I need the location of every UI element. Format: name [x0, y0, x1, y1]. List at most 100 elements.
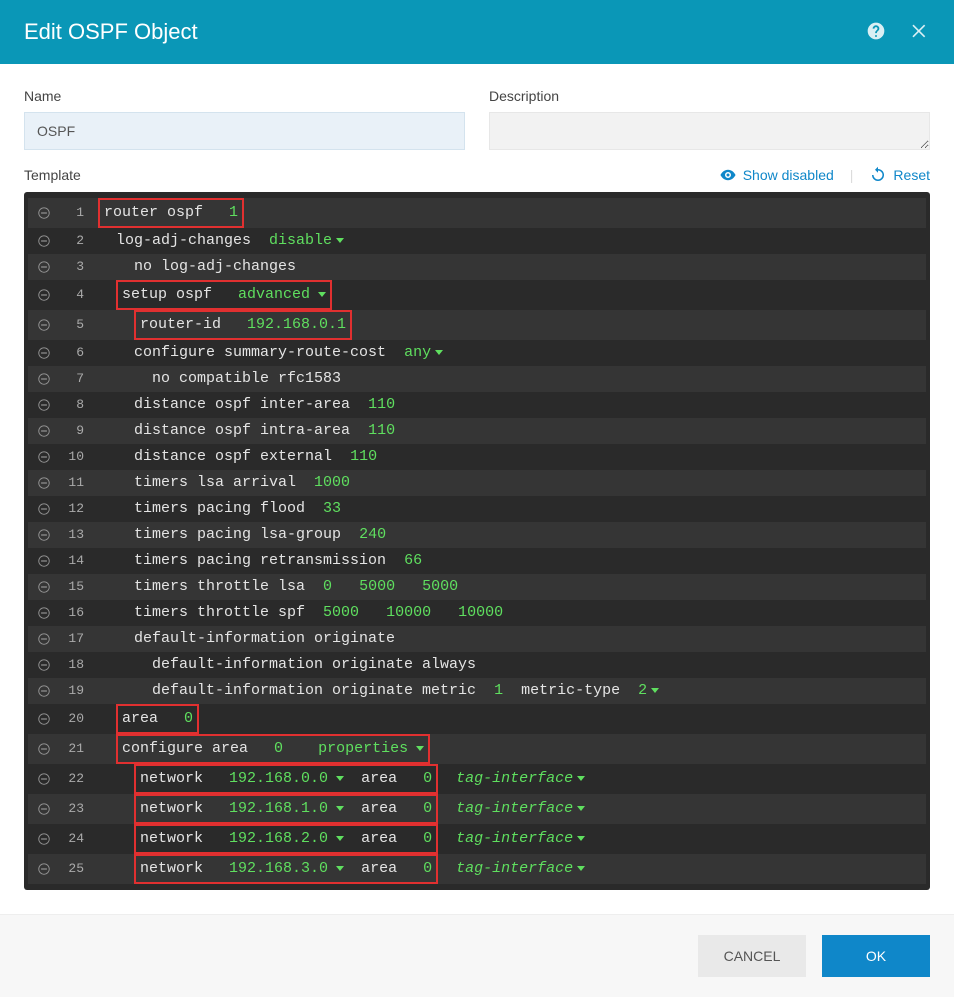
gutter-icon[interactable]: [28, 260, 60, 274]
code-line[interactable]: 15 timers throttle lsa 0 5000 5000: [28, 574, 926, 600]
line-number: 11: [60, 470, 92, 496]
gutter-icon[interactable]: [28, 832, 60, 846]
template-toolbar: Template Show disabled | Reset: [0, 158, 954, 192]
line-number: 22: [60, 766, 92, 792]
code-line[interactable]: 9 distance ospf intra-area 110: [28, 418, 926, 444]
description-label: Description: [489, 88, 930, 104]
line-number: 18: [60, 652, 92, 678]
gutter-icon[interactable]: [28, 554, 60, 568]
line-number: 7: [60, 366, 92, 392]
dialog-footer: CANCEL OK: [0, 914, 954, 997]
gutter-icon[interactable]: [28, 398, 60, 412]
line-number: 15: [60, 574, 92, 600]
gutter-icon[interactable]: [28, 288, 60, 302]
line-number: 5: [60, 312, 92, 338]
gutter-icon[interactable]: [28, 528, 60, 542]
code-line[interactable]: 11 timers lsa arrival 1000: [28, 470, 926, 496]
line-number: 25: [60, 856, 92, 882]
code-line[interactable]: 22 network 192.168.0.0 area 0 tag-interf…: [28, 764, 926, 794]
code-line[interactable]: 1 router ospf 1: [28, 198, 926, 228]
code-line[interactable]: 10 distance ospf external 110: [28, 444, 926, 470]
description-textarea[interactable]: [489, 112, 930, 150]
line-number: 14: [60, 548, 92, 574]
gutter-icon[interactable]: [28, 772, 60, 786]
code-line[interactable]: 3 no log-adj-changes: [28, 254, 926, 280]
code-line[interactable]: 19 default-information originate metric …: [28, 678, 926, 704]
chevron-down-icon[interactable]: [336, 855, 344, 881]
code-line[interactable]: 8 distance ospf inter-area 110: [28, 392, 926, 418]
gutter-icon[interactable]: [28, 802, 60, 816]
show-disabled-button[interactable]: Show disabled: [719, 166, 834, 184]
gutter-icon[interactable]: [28, 606, 60, 620]
gutter-icon[interactable]: [28, 502, 60, 516]
chevron-down-icon[interactable]: [435, 339, 443, 365]
line-number: 21: [60, 736, 92, 762]
line-number: 23: [60, 796, 92, 822]
chevron-down-icon[interactable]: [336, 227, 344, 253]
gutter-icon[interactable]: [28, 742, 60, 756]
gutter-icon[interactable]: [28, 862, 60, 876]
code-line[interactable]: 23 network 192.168.1.0 area 0 tag-interf…: [28, 794, 926, 824]
line-number: 4: [60, 282, 92, 308]
code-line[interactable]: 14 timers pacing retransmission 66: [28, 548, 926, 574]
code-line[interactable]: 20 area 0: [28, 704, 926, 734]
close-icon[interactable]: [910, 21, 930, 44]
code-line[interactable]: 2 log-adj-changes disable: [28, 228, 926, 254]
gutter-icon[interactable]: [28, 632, 60, 646]
code-line[interactable]: 25 network 192.168.3.0 area 0 tag-interf…: [28, 854, 926, 884]
chevron-down-icon[interactable]: [577, 765, 585, 791]
line-number: 20: [60, 706, 92, 732]
gutter-icon[interactable]: [28, 346, 60, 360]
code-line[interactable]: 12 timers pacing flood 33: [28, 496, 926, 522]
gutter-icon[interactable]: [28, 476, 60, 490]
line-number: 3: [60, 254, 92, 280]
chevron-down-icon[interactable]: [336, 795, 344, 821]
reset-button[interactable]: Reset: [869, 166, 930, 184]
chevron-down-icon[interactable]: [577, 825, 585, 851]
code-line[interactable]: 24 network 192.168.2.0 area 0 tag-interf…: [28, 824, 926, 854]
chevron-down-icon[interactable]: [336, 765, 344, 791]
gutter-icon[interactable]: [28, 580, 60, 594]
code-line[interactable]: 18 default-information originate always: [28, 652, 926, 678]
chevron-down-icon[interactable]: [416, 735, 424, 761]
line-number: 8: [60, 392, 92, 418]
help-icon[interactable]: [866, 21, 886, 44]
gutter-icon[interactable]: [28, 234, 60, 248]
code-line[interactable]: 6 configure summary-route-cost any: [28, 340, 926, 366]
gutter-icon[interactable]: [28, 450, 60, 464]
line-number: 6: [60, 340, 92, 366]
code-line[interactable]: 4 setup ospf advanced: [28, 280, 926, 310]
chevron-down-icon[interactable]: [577, 855, 585, 881]
gutter-icon[interactable]: [28, 712, 60, 726]
template-editor: 1 router ospf 1 2 log-adj-changes disabl…: [24, 192, 930, 890]
code-line[interactable]: 16 timers throttle spf 5000 10000 10000: [28, 600, 926, 626]
name-input[interactable]: [24, 112, 465, 150]
gutter-icon[interactable]: [28, 206, 60, 220]
gutter-icon[interactable]: [28, 372, 60, 386]
cancel-button[interactable]: CANCEL: [698, 935, 806, 977]
ok-button[interactable]: OK: [822, 935, 930, 977]
chevron-down-icon[interactable]: [318, 281, 326, 307]
gutter-icon[interactable]: [28, 318, 60, 332]
code-line[interactable]: 5 router-id 192.168.0.1: [28, 310, 926, 340]
chevron-down-icon[interactable]: [651, 677, 659, 703]
dialog-title: Edit OSPF Object: [24, 19, 198, 45]
line-number: 12: [60, 496, 92, 522]
code-line[interactable]: 21 configure area 0 properties: [28, 734, 926, 764]
code-line[interactable]: 17 default-information originate: [28, 626, 926, 652]
dialog-header: Edit OSPF Object: [0, 0, 954, 64]
gutter-icon[interactable]: [28, 424, 60, 438]
separator: |: [850, 167, 854, 183]
chevron-down-icon[interactable]: [336, 825, 344, 851]
chevron-down-icon[interactable]: [577, 795, 585, 821]
code-line[interactable]: 13 timers pacing lsa-group 240: [28, 522, 926, 548]
line-number: 2: [60, 228, 92, 254]
gutter-icon[interactable]: [28, 658, 60, 672]
code-line[interactable]: 7 no compatible rfc1583: [28, 366, 926, 392]
eye-icon: [719, 166, 737, 184]
name-label: Name: [24, 88, 465, 104]
reset-icon: [869, 166, 887, 184]
gutter-icon[interactable]: [28, 684, 60, 698]
line-number: 10: [60, 444, 92, 470]
line-number: 13: [60, 522, 92, 548]
